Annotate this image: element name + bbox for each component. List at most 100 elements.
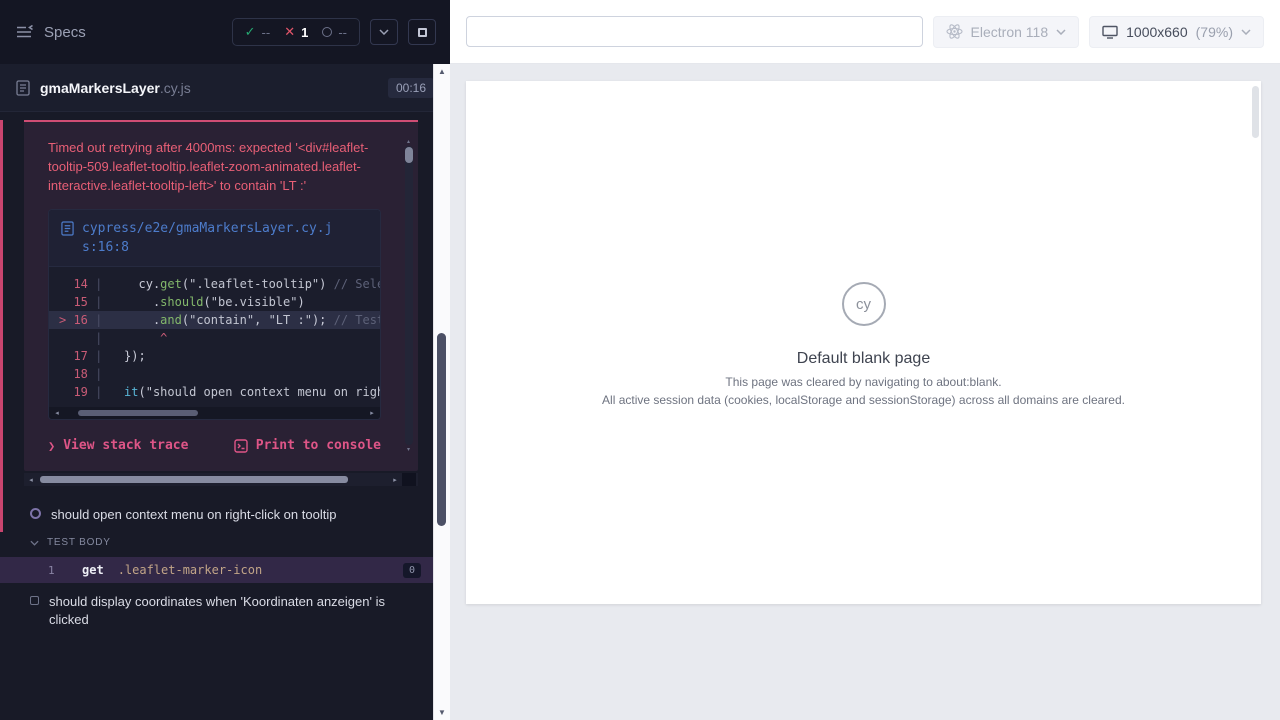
scroll-right-icon[interactable]: ▸: [390, 476, 400, 484]
pending-count: --: [338, 25, 347, 40]
code-frame-lines: 14 | cy.get(".leaflet-tooltip") // Sele …: [49, 267, 380, 407]
command-message: .leaflet-marker-icon: [118, 563, 263, 577]
hscroll-track[interactable]: [38, 476, 388, 483]
reporter-header: Specs ✓ -- ✕ 1 --: [0, 0, 450, 64]
scroll-up-icon[interactable]: ▴: [407, 138, 410, 145]
scrollbar-track[interactable]: [434, 79, 450, 705]
scroll-down-icon[interactable]: ▾: [407, 446, 410, 453]
chevron-down-icon: [30, 540, 39, 546]
reporter-panel: Specs ✓ -- ✕ 1 -- gma: [0, 0, 450, 720]
blank-page-subtitle-2: All active session data (cookies, localS…: [602, 393, 1125, 408]
hscroll-thumb[interactable]: [78, 410, 198, 416]
scroll-up-icon[interactable]: ▲: [438, 64, 446, 79]
blank-page-subtitle-1: This page was cleared by navigating to a…: [725, 375, 1001, 390]
stat-failed: ✕ 1: [284, 24, 308, 40]
reporter-scrollbar[interactable]: ▲ ▼: [433, 64, 450, 720]
browser-selector[interactable]: Electron 118: [933, 16, 1080, 48]
code-line: | ^: [49, 329, 380, 347]
code-frame: cypress/e2e/gmaMarkersLayer.cy.js:16:8 1…: [48, 209, 381, 420]
spec-file-icon: [16, 80, 30, 96]
aut-iframe[interactable]: cy Default blank page This page was clea…: [466, 81, 1261, 604]
scrollbar-thumb[interactable]: [437, 333, 446, 526]
test-title: should display coordinates when 'Koordin…: [49, 593, 407, 629]
spec-name: gmaMarkersLayer: [40, 80, 160, 96]
command-name: get: [82, 563, 104, 577]
test-body-label: TEST BODY: [47, 537, 111, 548]
failed-test-indicator: [0, 120, 3, 532]
failed-icon: ✕: [284, 24, 295, 40]
viewport-selector[interactable]: 1000x660 (79%): [1089, 16, 1264, 48]
passed-icon: ✓: [245, 24, 256, 40]
view-stack-trace-button[interactable]: ❯ View stack trace: [48, 438, 188, 453]
chevron-down-icon: [1241, 29, 1251, 35]
test-title: should open context menu on right-click …: [51, 506, 336, 524]
view-stack-trace-label: View stack trace: [63, 438, 188, 453]
spec-title: gmaMarkersLayer.cy.js: [40, 80, 191, 96]
file-icon: [61, 221, 74, 257]
cypress-logo-text: cy: [856, 296, 871, 313]
spec-ext: .cy.js: [160, 80, 191, 96]
stat-pending: --: [322, 25, 347, 40]
error-actions: ❯ View stack trace Print to console: [48, 438, 381, 453]
aut-header: Electron 118 1000x660 (79%): [450, 0, 1280, 64]
code-line: 18 |: [49, 365, 380, 383]
vscroll-thumb[interactable]: [405, 147, 413, 163]
code-line: 15 | .should("be.visible"): [49, 293, 380, 311]
vscroll-track[interactable]: [405, 146, 413, 445]
passed-count: --: [262, 25, 271, 40]
test-body-toggle[interactable]: TEST BODY: [0, 530, 433, 555]
hscroll-track[interactable]: [64, 409, 365, 417]
scroll-left-icon[interactable]: ◂: [26, 476, 36, 484]
chevron-down-icon: [379, 29, 389, 35]
browser-label: Electron 118: [971, 24, 1049, 40]
chevron-right-icon: ❯: [48, 439, 55, 453]
viewport-scale: (79%): [1196, 24, 1233, 40]
file-path: cypress/e2e/gmaMarkersLayer.cy.js:16:8: [82, 219, 340, 257]
code-line: 19 | it("should open context menu on rig…: [49, 383, 380, 401]
specs-title: Specs: [44, 24, 86, 41]
hscroll-thumb[interactable]: [40, 476, 348, 483]
aut-panel: Electron 118 1000x660 (79%) cy Default b…: [450, 0, 1280, 720]
scroll-left-icon[interactable]: ◂: [52, 409, 62, 417]
specs-menu-icon[interactable]: [16, 25, 34, 39]
error-message: Timed out retrying after 4000ms: expecte…: [48, 138, 380, 195]
reporter-body: Timed out retrying after 4000ms: expecte…: [0, 112, 433, 720]
failed-count: 1: [301, 25, 308, 40]
viewport-icon: [1102, 25, 1118, 39]
command-count-badge: 0: [403, 563, 421, 578]
command-number: 1: [48, 564, 82, 577]
stop-button[interactable]: [408, 19, 436, 45]
stat-passed: ✓ --: [245, 24, 271, 40]
chevron-down-icon: [1056, 29, 1066, 35]
test-queued-icon: [30, 596, 39, 605]
electron-icon: [946, 23, 963, 40]
code-line: 17 | });: [49, 347, 380, 365]
error-panel: Timed out retrying after 4000ms: expecte…: [24, 120, 418, 471]
code-line: 14 | cy.get(".leaflet-tooltip") // Sele: [49, 275, 380, 293]
stop-icon: [418, 28, 427, 37]
print-icon: [234, 439, 248, 453]
scroll-down-icon[interactable]: ▼: [438, 705, 446, 720]
spec-header[interactable]: gmaMarkersLayer.cy.js 00:16: [0, 64, 450, 112]
error-hscrollbar[interactable]: ◂ ▸: [24, 473, 418, 486]
code-frame-hscrollbar[interactable]: ◂ ▸: [49, 407, 380, 419]
blank-page-title: Default blank page: [797, 350, 930, 368]
viewport-size: 1000x660: [1126, 24, 1188, 40]
code-frame-file-link[interactable]: cypress/e2e/gmaMarkersLayer.cy.js:16:8: [49, 210, 380, 267]
aut-container: cy Default blank page This page was clea…: [450, 64, 1280, 720]
test-item[interactable]: should display coordinates when 'Koordin…: [0, 587, 433, 635]
cypress-logo: cy: [842, 282, 886, 326]
command-log-entry[interactable]: 1 get .leaflet-marker-icon 0: [0, 557, 433, 583]
scroll-right-icon[interactable]: ▸: [367, 409, 377, 417]
code-line: > 16 | .and("contain", "LT :"); // Test: [49, 311, 380, 329]
error-vscrollbar[interactable]: ▴ ▾: [404, 138, 413, 453]
spec-duration: 00:16: [388, 78, 434, 98]
collapse-all-button[interactable]: [370, 19, 398, 45]
print-to-console-label: Print to console: [256, 438, 381, 453]
test-list: should open context menu on right-click …: [0, 500, 433, 635]
test-item[interactable]: should open context menu on right-click …: [0, 500, 433, 530]
print-to-console-button[interactable]: Print to console: [234, 438, 381, 453]
url-input[interactable]: [466, 16, 923, 47]
aut-scrollbar-thumb[interactable]: [1252, 86, 1259, 138]
pending-icon: [322, 27, 332, 37]
